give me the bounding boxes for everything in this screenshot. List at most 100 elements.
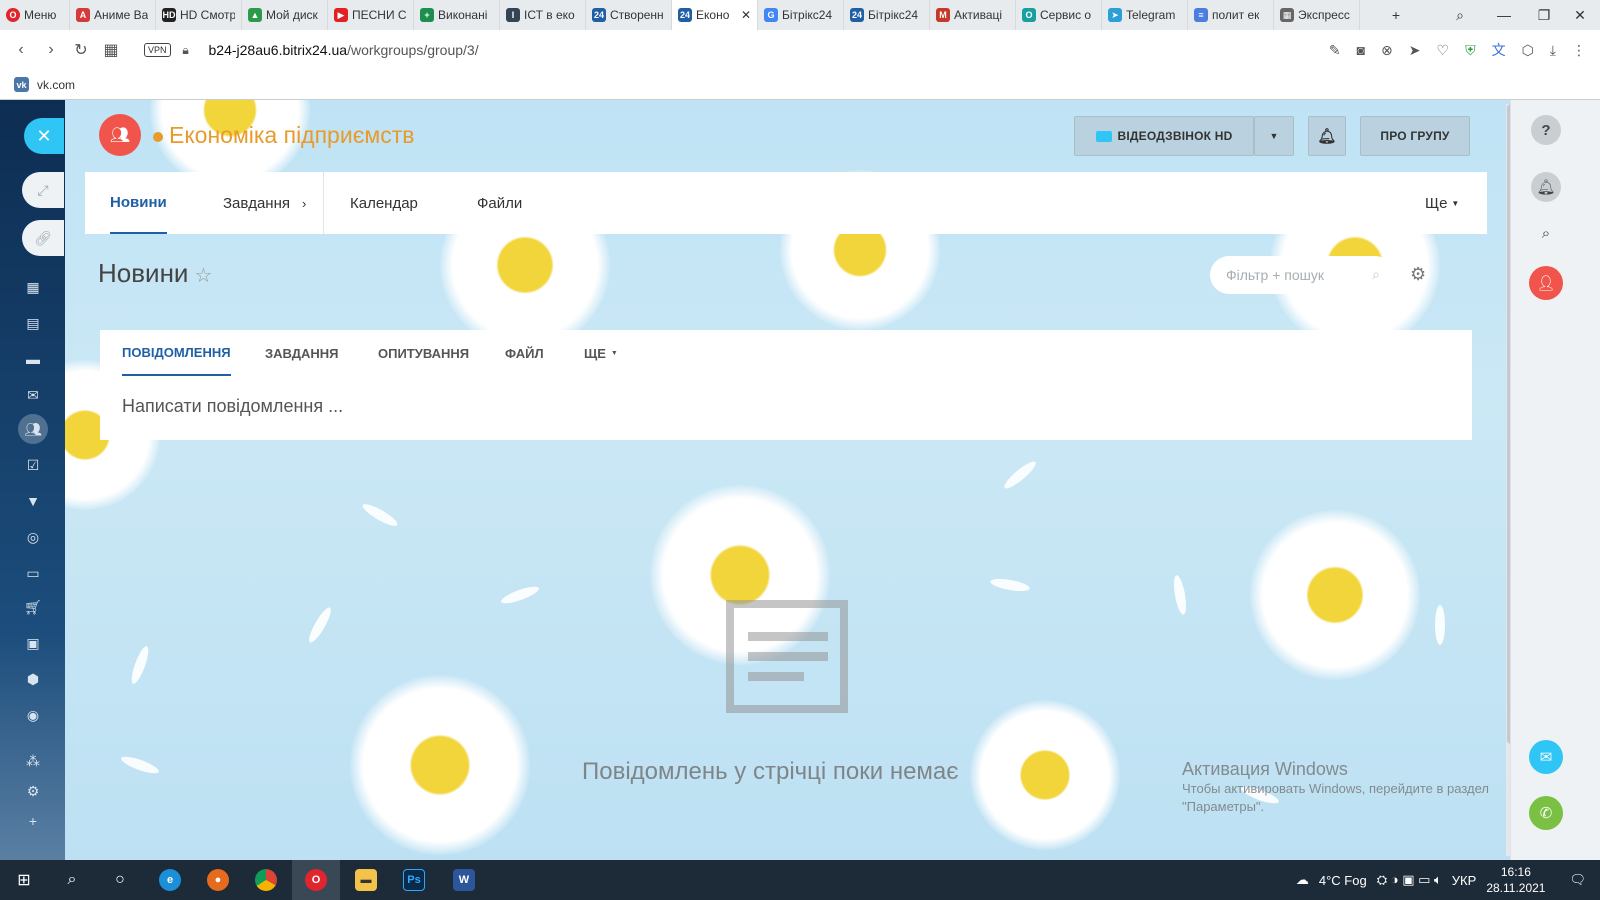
browser-tab[interactable]: ▦ Экспресс	[1274, 0, 1360, 30]
vpn-badge[interactable]: VPN	[144, 43, 171, 57]
edge-icon[interactable]: e	[146, 860, 194, 900]
notifications-icon[interactable]: 🔔︎	[1531, 172, 1561, 202]
search-icon[interactable]: ⌕	[1372, 266, 1380, 283]
photoshop-icon[interactable]: Ps	[390, 860, 438, 900]
browser-tab[interactable]: + Виконані	[414, 0, 500, 30]
inventory-box-icon[interactable]: ⬢	[22, 668, 44, 690]
nav-tab-calendar[interactable]: Календар	[350, 172, 418, 234]
add-icon[interactable]: +	[22, 810, 44, 832]
browser-tab[interactable]: ➤ Telegram	[1102, 0, 1188, 30]
browser-tab[interactable]: ≡ полит ек	[1188, 0, 1274, 30]
star-icon[interactable]: ☆	[194, 265, 212, 287]
background-petal	[989, 576, 1031, 594]
open-in-new-window-button[interactable]: ⤢	[22, 172, 64, 208]
browser-tab[interactable]: G Бітрікс24	[758, 0, 844, 30]
language-indicator[interactable]: УКР	[1452, 873, 1477, 888]
browser-menu-button[interactable]: O Меню	[0, 0, 70, 30]
contact-center-icon[interactable]: ▣	[22, 632, 44, 654]
search-icon[interactable]: ⌕	[1531, 218, 1561, 248]
more-circle-icon[interactable]: ◉	[22, 704, 44, 726]
weather-text[interactable]: 4°C Fog	[1319, 873, 1367, 888]
calendar-icon[interactable]: ▦	[22, 276, 44, 298]
taskbar-search-icon[interactable]: ⌕	[48, 860, 96, 900]
close-tab-icon[interactable]: ✕	[741, 8, 751, 22]
help-icon[interactable]: ?	[1531, 115, 1561, 145]
compose-message-field[interactable]: Написати повідомлення ...	[122, 396, 343, 417]
download-icon[interactable]: ⤓	[1550, 42, 1556, 59]
task-view-icon[interactable]: ○	[96, 860, 144, 900]
block-icon[interactable]: ⊗	[1381, 42, 1393, 59]
restore-button[interactable]: ❐	[1524, 0, 1564, 30]
post-tab-task[interactable]: ЗАВДАННЯ	[265, 330, 339, 376]
documents-icon[interactable]: ▤	[22, 312, 44, 334]
new-tab-button[interactable]: +	[1376, 0, 1416, 30]
video-call-button[interactable]: ВІДЕОДЗВІНОК HD	[1074, 116, 1254, 156]
file-explorer-icon[interactable]: ▬	[342, 860, 390, 900]
browser-tab[interactable]: 24 Створенн	[586, 0, 672, 30]
close-window-button[interactable]: ✕	[1560, 0, 1600, 30]
chrome-icon[interactable]	[242, 860, 290, 900]
minimize-button[interactable]: —	[1484, 0, 1524, 30]
gear-icon[interactable]: ⚙	[1410, 264, 1426, 285]
edit-icon[interactable]: ✎	[1329, 42, 1341, 59]
tasks-icon[interactable]: ☑	[22, 454, 44, 476]
browser-tab[interactable]: O Сервис о	[1016, 0, 1102, 30]
reload-icon[interactable]: ↻	[66, 40, 96, 60]
post-tab-message[interactable]: ПОВІДОМЛЕННЯ	[122, 330, 231, 376]
browser-tab[interactable]: А Аниме Ва	[70, 0, 156, 30]
browser-tab[interactable]: ▶ ПЕСНИ С	[328, 0, 414, 30]
drive-icon[interactable]: ▬	[22, 348, 44, 370]
translate-icon[interactable]: 文	[1492, 40, 1506, 60]
phone-call-icon[interactable]: ✆	[1529, 796, 1563, 830]
more-menu-icon[interactable]: ⋮	[1572, 42, 1586, 59]
camera-icon[interactable]: ◙	[1357, 42, 1365, 58]
search-tabs-icon[interactable]: ⌕	[1440, 0, 1480, 30]
send-icon[interactable]: ➤	[1409, 42, 1421, 59]
tab-favicon-icon: ➤	[1108, 8, 1122, 22]
copy-link-button[interactable]: 🔗︎	[22, 220, 64, 256]
post-tab-more[interactable]: ЩЕ ▼	[584, 330, 618, 376]
workgroups-icon[interactable]: 👥︎	[18, 414, 48, 444]
sites-icon[interactable]: ▭	[22, 562, 44, 584]
shield-icon[interactable]: ⛨	[1465, 42, 1476, 59]
forward-icon[interactable]: ›	[36, 41, 66, 59]
mail-icon[interactable]: ✉	[22, 384, 44, 406]
browser-tab[interactable]: 24 Бітрікс24	[844, 0, 930, 30]
filter-search-input[interactable]: Фільтр + пошук ⌕	[1210, 256, 1394, 294]
settings-icon[interactable]: ⚙	[22, 780, 44, 802]
marketing-target-icon[interactable]: ◎	[22, 526, 44, 548]
notifications-bell-button[interactable]: 🔔︎	[1308, 116, 1346, 156]
about-group-button[interactable]: ПРО ГРУПУ	[1360, 116, 1470, 156]
browser-tab[interactable]: HD HD Смотреть	[156, 0, 242, 30]
windows-start-icon[interactable]: ⊞	[0, 860, 48, 900]
shop-cart-icon[interactable]: 🛒︎	[22, 596, 44, 618]
browser-tab[interactable]: І ІСТ в еко	[500, 0, 586, 30]
tray-icons[interactable]: ⛭ ◑ ▣ ▭ 🔈︎	[1377, 872, 1442, 888]
post-tab-file[interactable]: ФАЙЛ	[505, 330, 544, 376]
sitemap-icon[interactable]: ⁂	[22, 750, 44, 772]
clock[interactable]: 16:16 28.11.2021	[1486, 864, 1545, 896]
browser-tab[interactable]: M Активаці	[930, 0, 1016, 30]
word-icon[interactable]: W	[440, 860, 488, 900]
nav-more-button[interactable]: Ще ▼	[1425, 172, 1459, 234]
url-field[interactable]: b24-j28au6.bitrix24.ua/workgroups/group/…	[209, 42, 479, 58]
chat-panel-icon[interactable]: ✉	[1529, 740, 1563, 774]
crm-funnel-icon[interactable]: ▼	[22, 490, 44, 512]
heart-icon[interactable]: ♡	[1437, 42, 1450, 59]
cube-icon[interactable]: ⬡	[1522, 42, 1534, 59]
bookmark-vk[interactable]: vk.com	[37, 78, 75, 92]
nav-tab-tasks[interactable]: Завдання ›	[223, 172, 306, 234]
speed-dial-icon[interactable]: ▦	[96, 40, 126, 60]
back-icon[interactable]: ‹	[6, 41, 36, 59]
nav-tab-files[interactable]: Файли	[477, 172, 522, 234]
browser-tab[interactable]: ▲ Мой диск	[242, 0, 328, 30]
post-tab-poll[interactable]: ОПИТУВАННЯ	[378, 330, 469, 376]
user-avatar[interactable]: 👤︎	[1529, 266, 1563, 300]
opera-taskbar-icon[interactable]: O	[292, 860, 340, 900]
browser-tab[interactable]: 24 Еконо ✕	[672, 0, 758, 30]
action-center-icon[interactable]: 🗨︎	[1569, 872, 1586, 888]
close-slider-button[interactable]: ✕	[24, 118, 64, 154]
firefox-icon[interactable]: ●	[194, 860, 242, 900]
video-call-dropdown-button[interactable]: ▼	[1254, 116, 1294, 156]
nav-tab-news[interactable]: Новини	[110, 172, 167, 234]
